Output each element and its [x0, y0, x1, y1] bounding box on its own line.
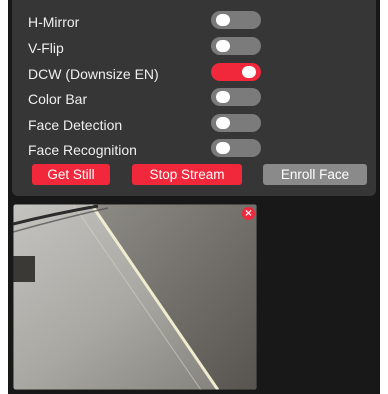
setting-row-v-flip: V-Flip [12, 35, 376, 61]
h-mirror-toggle[interactable] [211, 11, 261, 29]
color-bar-label: Color Bar [28, 91, 88, 107]
face-recognition-toggle[interactable] [211, 139, 261, 157]
app-frame: H-Mirror V-Flip DCW (Downsize EN) Color … [8, 0, 380, 394]
camera-frame-picture [13, 204, 257, 390]
dcw-toggle[interactable] [211, 63, 261, 81]
v-flip-toggle[interactable] [211, 37, 261, 55]
close-stream-icon[interactable]: × [242, 207, 255, 220]
toggle-knob [216, 142, 230, 154]
enroll-face-button[interactable]: Enroll Face [263, 164, 367, 185]
setting-row-dcw: DCW (Downsize EN) [12, 61, 376, 87]
setting-row-face-detection: Face Detection [12, 112, 376, 138]
face-recognition-label: Face Recognition [28, 142, 137, 158]
setting-row-color-bar: Color Bar [12, 86, 376, 112]
get-still-button[interactable]: Get Still [32, 164, 110, 185]
toggle-knob [216, 40, 230, 52]
toggle-knob [216, 117, 230, 129]
toggle-knob [242, 66, 256, 78]
face-detection-toggle[interactable] [211, 114, 261, 132]
v-flip-label: V-Flip [28, 40, 64, 56]
toggle-knob [216, 14, 230, 26]
stop-stream-button[interactable]: Stop Stream [132, 164, 242, 185]
setting-row-h-mirror: H-Mirror [12, 9, 376, 35]
h-mirror-label: H-Mirror [28, 14, 80, 30]
color-bar-toggle[interactable] [211, 88, 261, 106]
settings-panel: H-Mirror V-Flip DCW (Downsize EN) Color … [12, 0, 376, 196]
face-detection-label: Face Detection [28, 117, 123, 133]
setting-row-face-recognition: Face Recognition [12, 137, 376, 163]
toggle-knob [216, 91, 230, 103]
dcw-label: DCW (Downsize EN) [28, 66, 159, 82]
camera-stream-image [13, 204, 257, 390]
